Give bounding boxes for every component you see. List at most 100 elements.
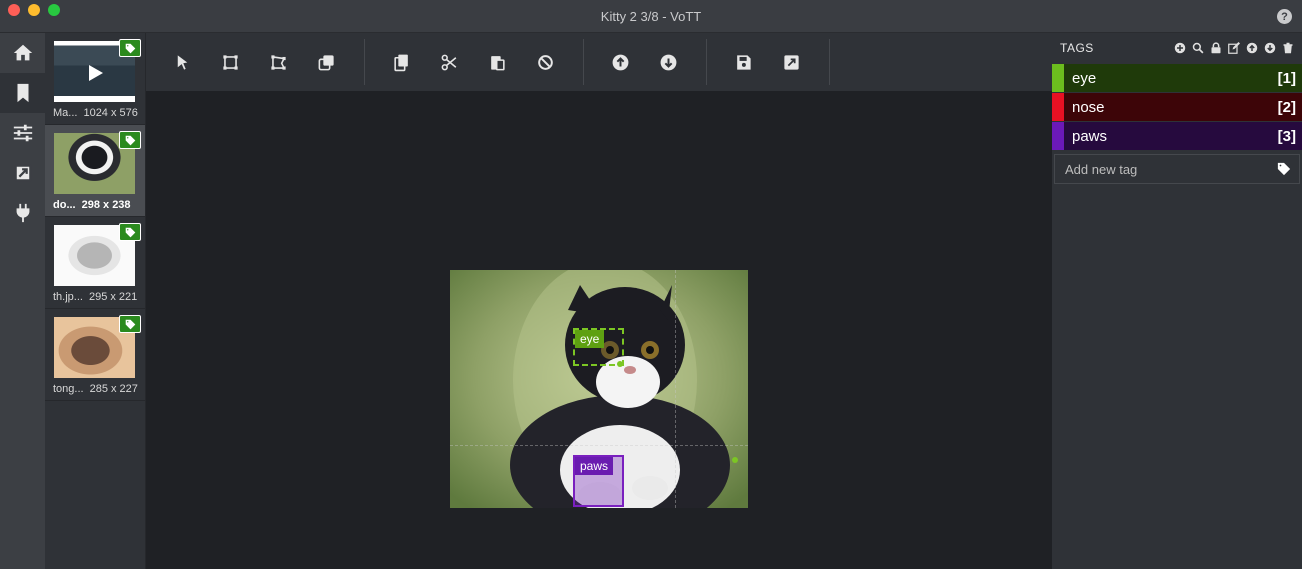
next-asset-button[interactable] [644,42,692,82]
tag-color-swatch [1052,93,1064,121]
asset-thumbnail[interactable]: do... 298 x 238 [45,125,145,217]
arrow-down-icon [660,54,676,70]
tag-item-nose[interactable]: nose [2] [1052,93,1302,121]
select-tool-button[interactable] [158,42,206,82]
toolbar-group-file [707,39,830,85]
title-bar: Kitty 2 3/8 - VoTT ? [0,0,1302,33]
delete-icon[interactable] [1282,42,1294,54]
sliders-icon [13,124,32,142]
cut-button[interactable] [425,42,473,82]
search-icon[interactable] [1192,42,1204,54]
clear-button[interactable] [521,42,569,82]
tag-item-eye[interactable]: eye [1] [1052,64,1302,92]
rectangle-icon [222,54,238,70]
tag-hotkey: [3] [1277,127,1296,145]
add-tag-input[interactable] [1063,160,1277,178]
asset-thumbnail[interactable]: Ma... 1024 x 576 [45,33,145,125]
asset-caption: th.jp... 295 x 221 [53,291,143,303]
export-icon [783,54,799,70]
copy-button[interactable] [377,42,425,82]
tags-header: TAGS [1052,33,1302,63]
asset-size: 298 x 238 [81,199,131,211]
editor-canvas[interactable]: eye paws [146,91,1052,569]
save-button[interactable] [719,42,767,82]
asset-caption: tong... 285 x 227 [53,383,143,395]
region-eye[interactable]: eye [573,328,624,366]
nav-export[interactable] [0,153,45,193]
save-icon [736,54,751,70]
region-label: paws [575,457,614,475]
tag-color-swatch [1052,64,1064,92]
region-handle[interactable] [617,361,623,367]
window-title: Kitty 2 3/8 - VoTT [600,8,702,24]
arrow-up-icon [612,54,628,70]
move-up-icon[interactable] [1246,42,1258,54]
tagged-badge [119,131,141,149]
cut-icon [441,54,456,70]
toolbar-group-navigate [584,39,707,85]
tag-item-paws[interactable]: paws [3] [1052,122,1302,150]
copy-icon [393,54,408,71]
tag-icon [125,135,135,145]
export-button[interactable] [767,42,815,82]
editor-toolbar [146,33,1052,91]
maximize-window-button[interactable] [48,4,60,16]
tag-name: eye [1072,69,1097,87]
tag-name: paws [1072,127,1108,145]
paste-icon [490,55,505,70]
copy-rectangle-button[interactable] [302,42,350,82]
tagged-badge [119,315,141,333]
tag-color-swatch [1052,122,1064,150]
paste-button[interactable] [473,42,521,82]
asset-photo[interactable]: eye paws [450,270,748,508]
tagged-badge [119,39,141,57]
asset-name: Ma... [53,107,78,119]
nav-connections[interactable] [0,193,45,233]
nav-settings[interactable] [0,113,45,153]
region-paws[interactable]: paws [573,455,624,507]
tag-hotkey: [1] [1277,69,1296,87]
edit-icon[interactable] [1228,42,1240,54]
tag-icon[interactable] [1277,162,1291,176]
toolbar-group-draw [146,39,365,85]
home-icon [13,44,32,61]
move-down-icon[interactable] [1264,42,1276,54]
previous-asset-button[interactable] [596,42,644,82]
minimize-window-button[interactable] [28,4,40,16]
nav-rail [0,33,45,569]
window-controls [8,4,60,16]
crosshair-horizontal [450,445,748,446]
tag-icon [125,227,135,237]
add-tag-field [1054,154,1300,184]
add-icon[interactable] [1174,42,1186,54]
asset-thumbnail[interactable]: tong... 285 x 227 [45,309,145,401]
draw-rectangle-button[interactable] [206,42,254,82]
asset-caption: do... 298 x 238 [53,199,143,211]
pointer-icon [177,54,187,70]
asset-size: 1024 x 576 [83,107,138,119]
nav-home[interactable] [0,33,45,73]
export-icon [14,164,31,182]
tag-hotkey: [2] [1277,98,1296,116]
close-window-button[interactable] [8,4,20,16]
lock-icon[interactable] [1210,42,1222,54]
tag-name: nose [1072,98,1105,116]
asset-name: do... [53,199,76,211]
clear-icon [537,54,553,70]
region-handle[interactable] [732,457,738,463]
app-window: Kitty 2 3/8 - VoTT ? Ma... 1024 x 576 do… [0,0,1302,569]
asset-thumbnail[interactable]: th.jp... 295 x 221 [45,217,145,309]
copy-rectangle-icon [318,54,334,70]
plug-icon [16,203,29,223]
help-icon[interactable]: ? [1277,9,1292,24]
draw-polygon-button[interactable] [254,42,302,82]
asset-name: th.jp... [53,291,83,303]
polygon-icon [270,54,286,70]
tags-toolbar [1174,42,1294,54]
asset-caption: Ma... 1024 x 576 [53,107,143,119]
toolbar-group-edit [365,39,584,85]
crosshair-vertical [675,270,676,508]
tags-title: TAGS [1060,41,1094,55]
asset-size: 285 x 227 [89,383,138,395]
nav-editor[interactable] [0,73,45,113]
